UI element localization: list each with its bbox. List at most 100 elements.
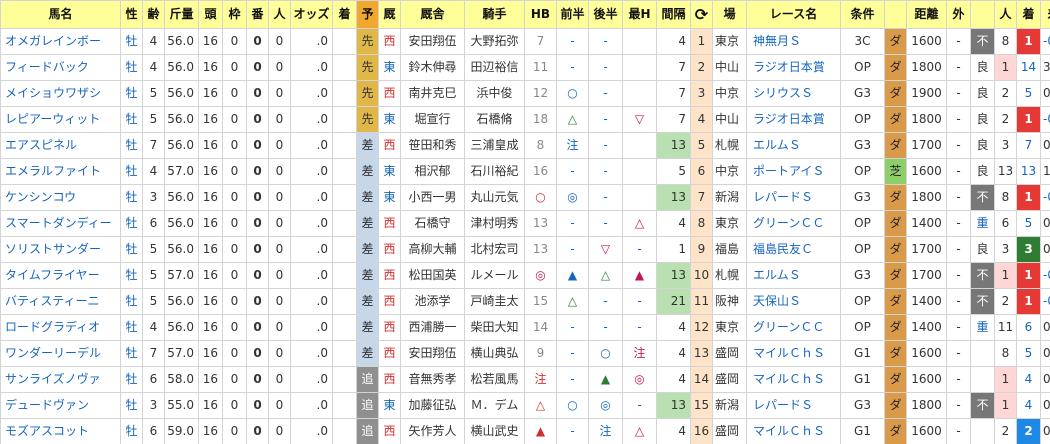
table-row[interactable]: タイムフライヤー牡 5 57.0 16 0 0 0.0 差西松田国英 ルメール ◎ ▲ △ ▲ 13 10 札…	[0, 262, 1050, 289]
cell-rpop: 8	[994, 340, 1017, 367]
table-row[interactable]: ロードグラディオ牡 4 56.0 16 0 0 0.0 差西西浦勝一 柴田大知 14- - -4 12 東…	[0, 314, 1050, 341]
cell-race[interactable]: 天保山Ｓ	[746, 288, 841, 315]
column-header[interactable]: 性	[120, 0, 143, 29]
column-header[interactable]: 間隔	[656, 0, 691, 29]
cell-trainer: 堀宣行	[400, 106, 465, 133]
cell-name[interactable]: スマートダンディー	[0, 210, 121, 237]
cell-odds: .0	[290, 366, 333, 393]
column-header[interactable]: 齢	[142, 0, 165, 29]
cell-place: 福島	[712, 236, 747, 263]
table-row[interactable]: ケンシンコウ牡 3 56.0 16 0 0 0.0 差東小西一男 丸山元気 ○ ◎ -13 7 新潟 レパー…	[0, 184, 1050, 211]
cell-wt: 55.0	[164, 392, 199, 419]
cell-trainer: 鈴木伸尋	[400, 54, 465, 81]
cell-hb: 7	[524, 28, 557, 55]
column-header[interactable]: レース名	[746, 0, 841, 29]
column-header[interactable]: 前半	[556, 0, 589, 29]
column-header[interactable]: 騎手	[464, 0, 525, 29]
cell-name[interactable]: サンライズノヴァ	[0, 366, 121, 393]
table-row[interactable]: スマートダンディー牡 6 56.0 16 0 0 0.0 差西石橋守 津村明秀 13- - △ 4 8 東京…	[0, 210, 1050, 237]
table-row[interactable]: エアスピネル牡 7 56.0 16 0 0 0.0 差西笹田和秀 三浦皇成 8 注 -13 5 札幌 エルム…	[0, 132, 1050, 159]
cell-sho: 東	[378, 392, 401, 419]
column-header[interactable]: 距離	[906, 0, 947, 29]
cell-name[interactable]: エアスピネル	[0, 132, 121, 159]
column-header[interactable]: オッズ	[290, 0, 333, 29]
cell-race[interactable]: マイルＣｈＳ	[746, 418, 841, 444]
cell-name[interactable]: タイムフライヤー	[0, 262, 121, 289]
cell-race[interactable]: グリーンＣＣ	[746, 314, 841, 341]
table-row[interactable]: オメガレインボー牡 4 56.0 16 0 0 0.0 先西安田翔伍 大野拓弥 7- -4 1 東京 神無…	[0, 28, 1050, 55]
cell-name[interactable]: ワンダーリーデル	[0, 340, 121, 367]
cell-name[interactable]: エメラルファイト	[0, 158, 121, 185]
cell-race[interactable]: 福島民友Ｃ	[746, 236, 841, 263]
column-header[interactable]: 頭	[198, 0, 223, 29]
column-header[interactable]: 人	[268, 0, 291, 29]
cell-name[interactable]: フィードバック	[0, 54, 121, 81]
column-header[interactable]: 斤量	[164, 0, 199, 29]
column-header[interactable]: 馬名	[0, 0, 121, 29]
column-header[interactable]: 番	[246, 0, 269, 29]
column-header[interactable]	[884, 0, 907, 29]
cell-race[interactable]: ラジオ日本賞	[746, 54, 841, 81]
cell-race[interactable]: マイルＣｈＳ	[746, 340, 841, 367]
cell-name[interactable]: モズアスコット	[0, 418, 121, 444]
table-row[interactable]: フィードバック牡 4 56.0 16 0 0 0.0 先東鈴木伸尋 田辺裕信 11- -7 2 中山 ラジ…	[0, 54, 1050, 81]
column-header[interactable]: 後半	[588, 0, 623, 29]
column-header[interactable]: 場	[712, 0, 747, 29]
cell-race[interactable]: ポートアイＳ	[746, 158, 841, 185]
cell-name[interactable]: レピアーウィット	[0, 106, 121, 133]
column-header[interactable]: 最H	[622, 0, 657, 29]
cell-chaku	[332, 184, 357, 211]
cell-chaku	[332, 236, 357, 263]
cell-name[interactable]: ロードグラディオ	[0, 314, 121, 341]
table-row[interactable]: エメラルファイト牡 4 57.0 16 0 0 0.0 差東相沢郁 石川裕紀 16- -5 6 中京 ポー…	[0, 158, 1050, 185]
cell-race[interactable]: シリウスＳ	[746, 80, 841, 107]
column-header[interactable]: 条件	[840, 0, 885, 29]
table-row[interactable]: ソリストサンダー牡 5 56.0 16 0 0 0.0 差西高柳大輔 北村宏司 13- ▽ -1 9 福島…	[0, 236, 1050, 263]
cell-race[interactable]: レパードＳ	[746, 392, 841, 419]
table-row[interactable]: モズアスコット牡 6 59.0 16 0 0 0.0 追西矢作芳人 横山武史 ▲ - 注 △ 4 16 盛岡マ…	[0, 418, 1050, 444]
cell-race[interactable]: グリーンＣＣ	[746, 210, 841, 237]
cell-name[interactable]: バティスティーニ	[0, 288, 121, 315]
table-row[interactable]: レピアーウィット牡 5 56.0 16 0 0 0.0 先東堀宣行 石橋脩 18 △ - ▽ 7 4 中山 ラジ…	[0, 106, 1050, 133]
table-row[interactable]: ワンダーリーデル牡 7 57.0 16 0 0 0.0 差西安田翔伍 横山典弘 9- ○ 注 4 13 盛岡…	[0, 340, 1050, 367]
cell-hb: ○	[524, 184, 557, 211]
cell-race[interactable]: 神無月Ｓ	[746, 28, 841, 55]
cell-dist: 1600	[906, 28, 947, 55]
column-header[interactable]: 厩	[378, 0, 401, 29]
cell-pop: 0	[268, 106, 291, 133]
cell-race[interactable]: レパードＳ	[746, 184, 841, 211]
column-header[interactable]: HB	[524, 0, 557, 29]
column-header[interactable]: 予	[356, 0, 379, 29]
table-row[interactable]: メイショウワザシ牡 5 56.0 16 0 0 0.0 先西南井克巳 浜中俊 12 ○ -7 3 中京 シリ…	[0, 80, 1050, 107]
column-header[interactable]: 枠	[222, 0, 247, 29]
column-header[interactable]: 差	[1040, 0, 1050, 29]
cell-race[interactable]: ラジオ日本賞	[746, 106, 841, 133]
cell-race[interactable]: マイルＣｈＳ	[746, 366, 841, 393]
cell-cls: G3	[840, 80, 885, 107]
cell-rot: 5	[690, 132, 713, 159]
cell-heads: 16	[198, 28, 223, 55]
column-header[interactable]: 人	[994, 0, 1017, 29]
cell-name[interactable]: オメガレインボー	[0, 28, 121, 55]
cell-trainer: 安田翔伍	[400, 28, 465, 55]
column-header[interactable]: 着	[1016, 0, 1041, 29]
column-header[interactable]	[970, 0, 995, 29]
cell-sex: 牡	[120, 236, 143, 263]
cell-kyu: 7	[656, 106, 691, 133]
table-row[interactable]: デュードヴァン牡 3 55.0 16 0 0 0.0 追東加藤征弘 Ｍ．デム △ ○ ◎ -13 15 新潟…	[0, 392, 1050, 419]
cell-place: 中京	[712, 80, 747, 107]
column-header[interactable]: 厩舎	[400, 0, 465, 29]
cell-dist: 1400	[906, 288, 947, 315]
cell-race[interactable]: エルムＳ	[746, 132, 841, 159]
cell-name[interactable]: ケンシンコウ	[0, 184, 121, 211]
cell-name[interactable]: ソリストサンダー	[0, 236, 121, 263]
cell-name[interactable]: メイショウワザシ	[0, 80, 121, 107]
cell-name[interactable]: デュードヴァン	[0, 392, 121, 419]
cell-waku: 0	[222, 262, 247, 289]
refresh-icon[interactable]: ⟳	[690, 0, 713, 29]
cell-race[interactable]: エルムＳ	[746, 262, 841, 289]
column-header[interactable]: 外	[946, 0, 971, 29]
table-row[interactable]: サンライズノヴァ牡 6 58.0 16 0 0 0.0 追西音無秀孝 松若風馬注 - ▲ ◎ 4 14 盛岡…	[0, 366, 1050, 393]
column-header[interactable]: 着	[332, 0, 357, 29]
table-row[interactable]: バティスティーニ牡 5 56.0 16 0 0 0.0 差西池添学 戸崎圭太 15 △ - -21 11 阪…	[0, 288, 1050, 315]
